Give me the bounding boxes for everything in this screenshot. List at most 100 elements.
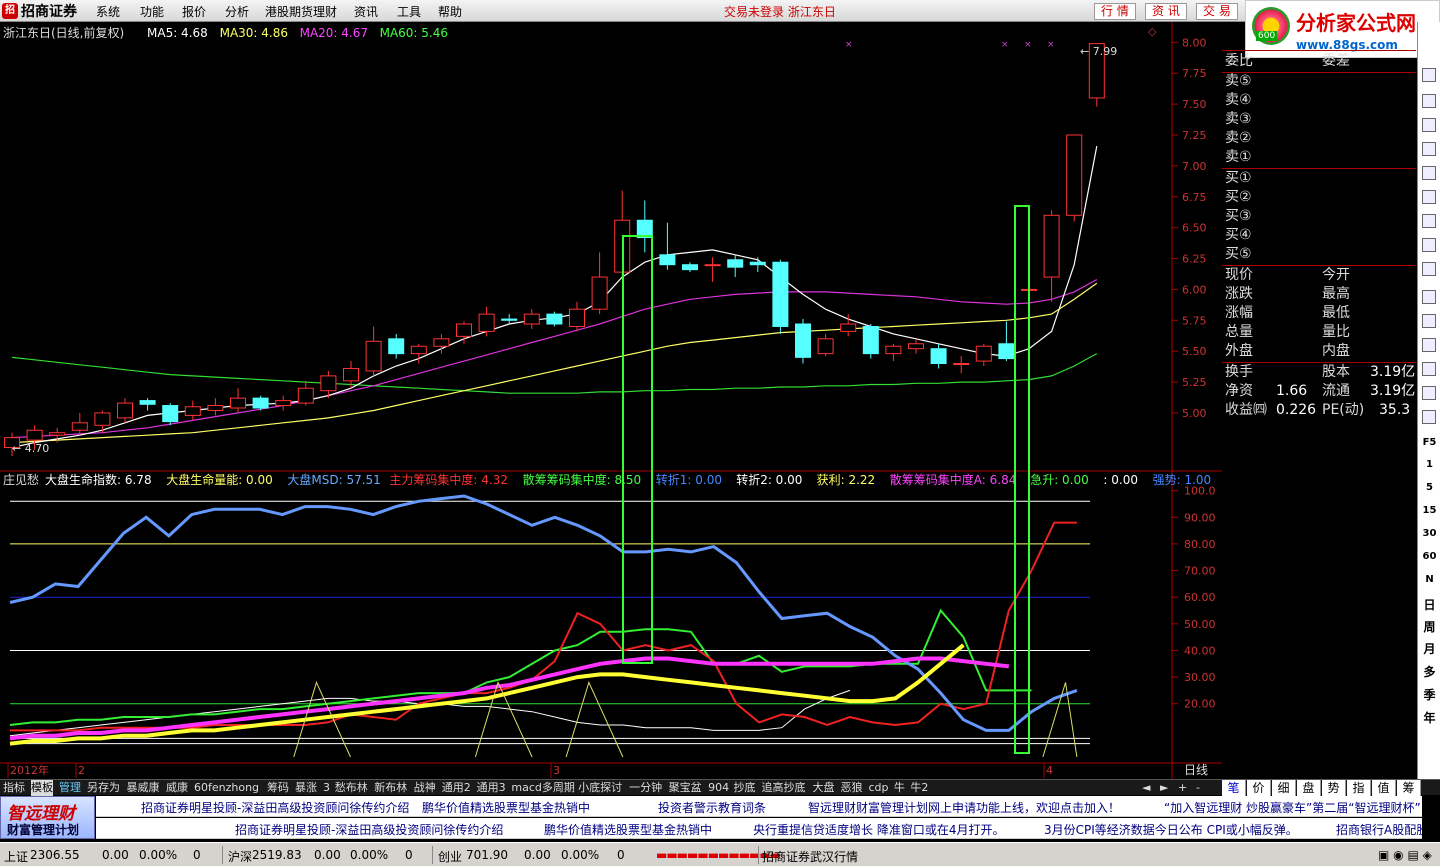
indicator-tab[interactable]: 另存为 [87, 780, 120, 796]
candle-body[interactable] [320, 375, 337, 392]
indicator-tab[interactable]: 904 [708, 780, 729, 796]
candle-body[interactable] [975, 345, 992, 362]
indicator-tab[interactable]: 愁布林 [335, 780, 368, 796]
period-week[interactable]: 周 [1420, 618, 1439, 636]
tool-icon-11[interactable] [1422, 314, 1436, 328]
news-item[interactable]: 央行重提信贷适度增长 降准窗口或在4月打开。 [753, 821, 1004, 838]
news-item[interactable]: “加入智远理财 炒股赢豪车”第二届“智远理财杯” [1164, 799, 1421, 816]
candle-body[interactable] [1066, 134, 1083, 216]
tool-icon-2[interactable] [1422, 94, 1436, 108]
indicator-tab[interactable]: 威康 [166, 780, 188, 796]
period-f5[interactable]: F5 [1420, 434, 1439, 452]
tab-scroll-control[interactable]: + [1178, 780, 1187, 796]
candle-body[interactable] [207, 405, 224, 411]
candle-body[interactable] [410, 345, 427, 355]
candle-body[interactable] [501, 318, 518, 321]
tool-icon-12[interactable] [1422, 338, 1436, 352]
candle-body[interactable] [26, 429, 43, 441]
tool-icon-7[interactable] [1422, 214, 1436, 228]
news-item[interactable]: 招商证券明星投顾-深益田高级投资顾问徐传约介绍 [235, 821, 503, 838]
indicator-tab[interactable]: macd多周期 [511, 780, 575, 796]
indicator-tab[interactable]: 3 [323, 780, 330, 796]
tool-icon-1[interactable] [1422, 68, 1436, 82]
menu-help[interactable]: 帮助 [438, 3, 462, 20]
candle-body[interactable] [953, 363, 970, 366]
tab-scroll-control[interactable]: ◄ [1142, 780, 1150, 796]
news-item[interactable]: 鹏华价值精选股票型基金热销中 [422, 799, 590, 816]
candle-body[interactable] [840, 323, 857, 332]
indicator-tab[interactable]: 小底探讨 [578, 780, 622, 796]
indicator-tab[interactable]: 牛 [894, 780, 905, 796]
indicator-tab[interactable]: 暴威康 [127, 780, 160, 796]
candle-body[interactable] [795, 323, 811, 358]
info-button[interactable]: 资 讯 [1145, 3, 1187, 20]
candle-body[interactable] [162, 405, 179, 423]
tool-icon-5[interactable] [1422, 166, 1436, 180]
indicator-tab[interactable]: 指标 [3, 780, 25, 796]
candle-body[interactable] [862, 325, 879, 355]
indicator-tab[interactable]: 模板 [31, 780, 53, 796]
panel-tab[interactable]: 盘 [1297, 780, 1321, 796]
tool-icon-4[interactable] [1422, 142, 1436, 156]
indicator-tab[interactable]: 通用3 [477, 780, 506, 796]
panel-tab[interactable]: 筹 [1397, 780, 1421, 796]
candle-body[interactable] [343, 367, 359, 382]
candle-body[interactable] [478, 313, 495, 332]
candle-body[interactable] [523, 313, 540, 325]
indicator-tab[interactable]: 大盘 [813, 780, 835, 796]
trade-button[interactable]: 交 易 [1196, 3, 1238, 20]
news-item[interactable]: 招商银行A股配股 [1336, 821, 1422, 838]
tool-icon-9[interactable] [1422, 262, 1436, 276]
tool-icon-15[interactable] [1422, 410, 1436, 424]
candle-body[interactable] [139, 400, 156, 405]
indicator-tab[interactable]: cdp [869, 780, 889, 796]
candle-body[interactable] [184, 406, 201, 416]
indicator-tab[interactable]: 牛2 [910, 780, 928, 796]
candle-body[interactable] [704, 264, 721, 267]
tool-icon-3[interactable] [1422, 118, 1436, 132]
news-item[interactable]: 招商证券明星投顾-深益田高级投资顾问徐传约介绍 [141, 799, 409, 816]
candle-body[interactable] [117, 402, 133, 419]
candle-body[interactable] [230, 397, 246, 409]
panel-tab[interactable]: 势 [1322, 780, 1346, 796]
period-year[interactable]: 年 [1420, 709, 1439, 727]
indicator-tab[interactable]: 管理 [59, 780, 81, 796]
period-day[interactable]: 日 [1420, 596, 1439, 614]
candle-body[interactable] [433, 338, 450, 347]
news-item[interactable]: 投资者警示教育词条 [658, 799, 766, 816]
tool-icon-8[interactable] [1422, 238, 1436, 252]
period-30[interactable]: 30 [1420, 525, 1439, 543]
menu-function[interactable]: 功能 [140, 3, 164, 20]
indicator-tab[interactable]: 战神 [414, 780, 436, 796]
menu-hk-futures[interactable]: 港股期货理财 [265, 3, 337, 20]
indicator-tab[interactable]: 恶狼 [841, 780, 863, 796]
indicator-tab[interactable]: 追高抄底 [762, 780, 806, 796]
candle-body[interactable] [772, 261, 789, 327]
period-5[interactable]: 5 [1420, 479, 1439, 497]
period-quarter[interactable]: 季 [1420, 686, 1439, 704]
panel-tab[interactable]: 价 [1247, 780, 1271, 796]
candle-body[interactable] [569, 308, 585, 327]
candle-body[interactable] [727, 259, 744, 268]
candle-body[interactable] [930, 348, 947, 365]
candle-body[interactable] [297, 387, 314, 404]
panel-tab[interactable]: 值 [1372, 780, 1396, 796]
candle-body[interactable] [388, 338, 405, 355]
indicator-tab[interactable]: 聚宝盆 [669, 780, 702, 796]
tool-icon-13[interactable] [1422, 362, 1436, 376]
indicator-tab[interactable]: 筹码 [267, 780, 289, 796]
candle-body[interactable] [817, 338, 834, 355]
candle-body[interactable] [49, 432, 66, 436]
tab-scroll-control[interactable]: ► [1160, 780, 1168, 796]
period-15[interactable]: 15 [1420, 502, 1439, 520]
candle-body[interactable] [591, 276, 608, 310]
indicator-tab[interactable]: 抄底 [734, 780, 756, 796]
menu-analysis[interactable]: 分析 [225, 3, 249, 20]
candle-body[interactable] [885, 345, 902, 355]
candle-body[interactable] [908, 343, 924, 350]
candle-body[interactable] [636, 219, 653, 239]
period-month[interactable]: 月 [1420, 640, 1439, 658]
quote-button[interactable]: 行 情 [1094, 3, 1136, 20]
panel-tab[interactable]: 指 [1347, 780, 1371, 796]
indicator-tab[interactable]: 通用2 [442, 780, 471, 796]
